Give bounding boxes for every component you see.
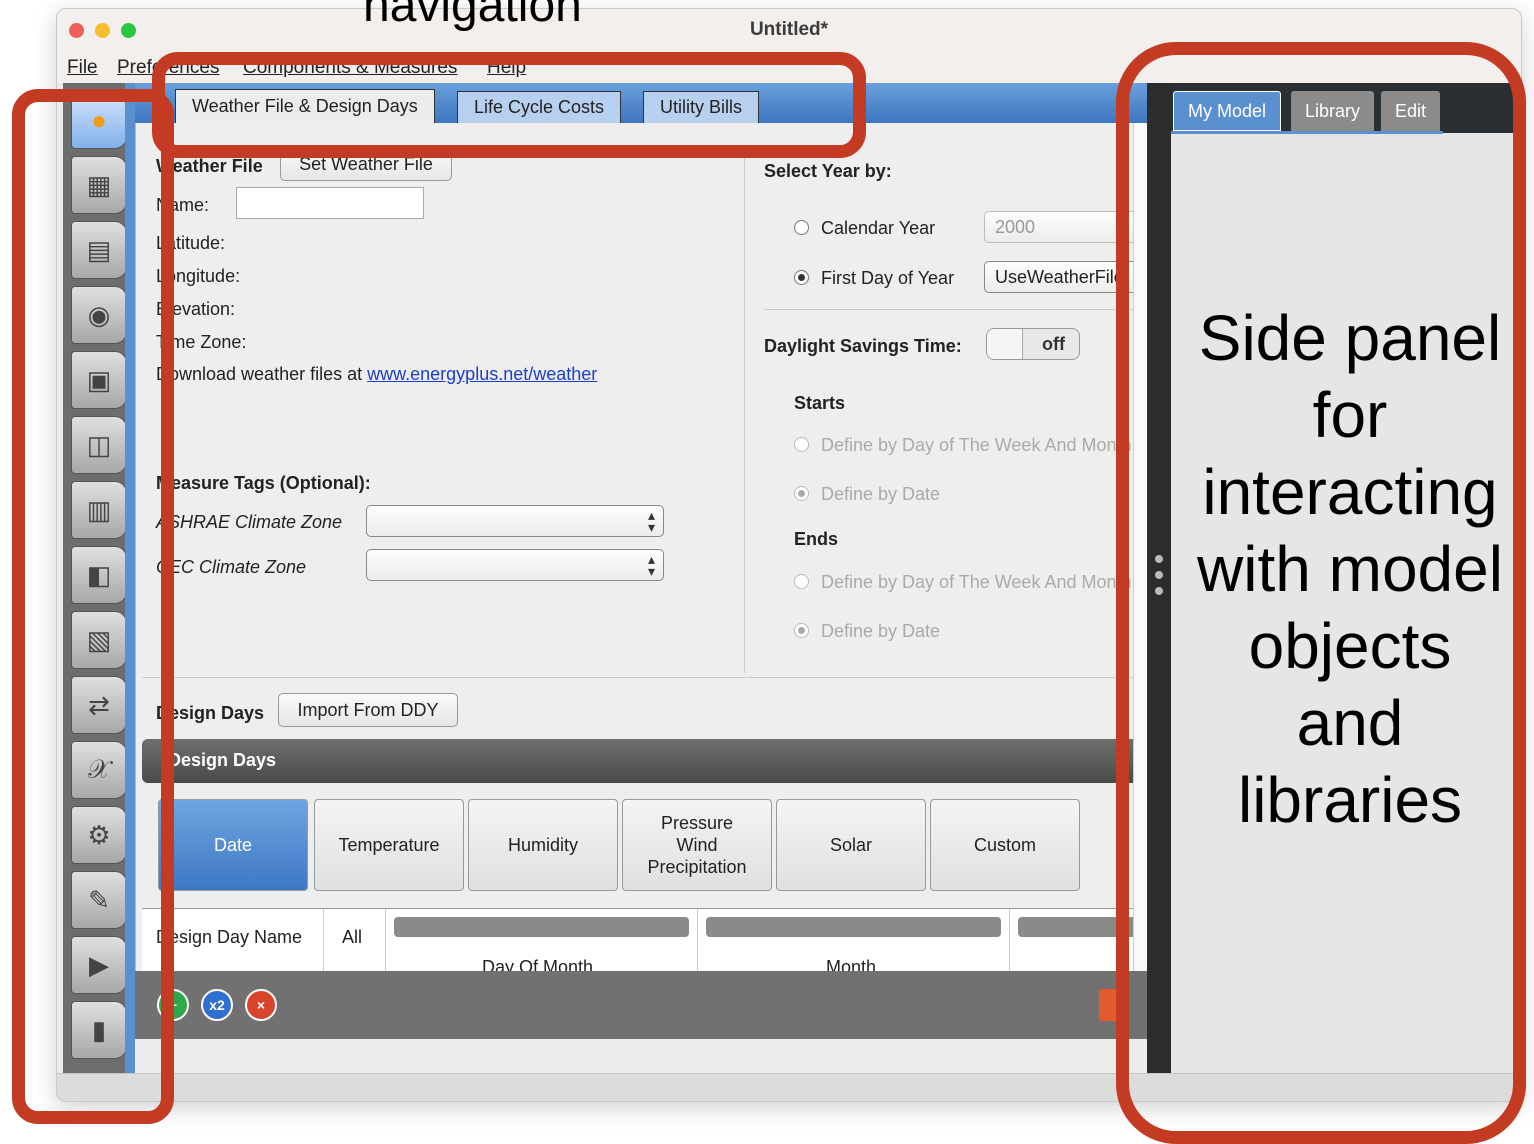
ends-by-date-label: Define by Date — [821, 621, 941, 641]
cec-label: CEC Climate Zone — [156, 557, 307, 577]
cec-climate-zone-select[interactable]: ▴ ▾ — [366, 549, 664, 581]
updown-icon: ▴▾ — [647, 551, 655, 579]
first-day-value: UseWeatherFile — [995, 267, 1124, 287]
select-year-title: Select Year by: — [764, 161, 892, 181]
import-ddy-button[interactable]: Import From DDY — [278, 693, 458, 727]
category-temperature[interactable]: Temperature — [314, 799, 464, 891]
name-field[interactable] — [236, 187, 424, 219]
calendar-year-value: 2000 — [995, 217, 1036, 237]
starts-by-week-label: Define by Day of The Week And Month — [821, 435, 1132, 455]
energyplus-link[interactable]: www.energyplus.net/weather — [367, 364, 597, 384]
toggle-knob — [987, 329, 1023, 359]
ashrae-label: ASHRAE Climate Zone — [156, 512, 343, 532]
download-text: Download weather files at www.energyplus… — [156, 364, 597, 385]
menu-file[interactable]: File — [67, 57, 98, 79]
first-day-radio[interactable] — [794, 270, 809, 285]
dst-toggle[interactable]: off — [986, 328, 1080, 360]
weather-panel: Weather File Set Weather File Name: Lati… — [135, 123, 1168, 1011]
year-divider — [764, 309, 1148, 310]
starts-label: Starts — [794, 393, 846, 413]
starts-by-date-radio[interactable] — [794, 486, 809, 501]
side-panel-caption: Side panel for interacting with model ob… — [1197, 302, 1503, 836]
main-content: Weather File & Design Days Life Cycle Co… — [135, 83, 1168, 1073]
updown-icon: ▴▾ — [647, 507, 655, 535]
calendar-year-label: Calendar Year — [821, 218, 936, 238]
delete-icon[interactable]: × — [245, 989, 277, 1021]
ends-by-week-label: Define by Day of The Week And Month — [821, 572, 1132, 592]
toggle-text: off — [1042, 334, 1065, 354]
first-day-label: First Day of Year — [821, 268, 955, 288]
starts-by-date-label: Define by Date — [821, 484, 941, 504]
navigation-highlight-top — [152, 52, 866, 158]
column-all-text: All — [342, 927, 363, 947]
column-apply-bar[interactable] — [706, 917, 1001, 937]
column-name-text: Design Day Name — [156, 927, 303, 947]
category-pressure-wind-precipitation[interactable]: Pressure Wind Precipitation — [622, 799, 772, 891]
download-prefix: Download weather files at — [156, 364, 363, 384]
category-humidity[interactable]: Humidity — [468, 799, 618, 891]
category-solar[interactable]: Solar — [776, 799, 926, 891]
category-custom[interactable]: Custom — [930, 799, 1080, 891]
calendar-year-radio[interactable] — [794, 220, 809, 235]
navigation-caption: navigation — [363, 0, 582, 32]
dst-label: Daylight Savings Time: — [764, 336, 962, 356]
copy-icon[interactable]: x2 — [201, 989, 233, 1021]
column-apply-bar[interactable] — [394, 917, 689, 937]
ends-by-week-radio[interactable] — [794, 574, 809, 589]
ends-by-date-radio[interactable] — [794, 623, 809, 638]
ashrae-climate-zone-select[interactable]: ▴ ▾ — [366, 505, 664, 537]
column-divider — [744, 153, 745, 673]
category-date[interactable]: Date — [158, 799, 308, 891]
navigation-highlight-left — [12, 89, 174, 1124]
starts-by-week-radio[interactable] — [794, 437, 809, 452]
measure-tags-title: Measure Tags (Optional): — [156, 473, 371, 493]
ends-label: Ends — [794, 529, 839, 549]
bottom-toolbar: + x2 × — [135, 971, 1147, 1039]
design-days-header: Design Days — [142, 739, 1148, 783]
section-divider — [142, 677, 1148, 678]
window-title: Untitled* — [749, 19, 829, 40]
